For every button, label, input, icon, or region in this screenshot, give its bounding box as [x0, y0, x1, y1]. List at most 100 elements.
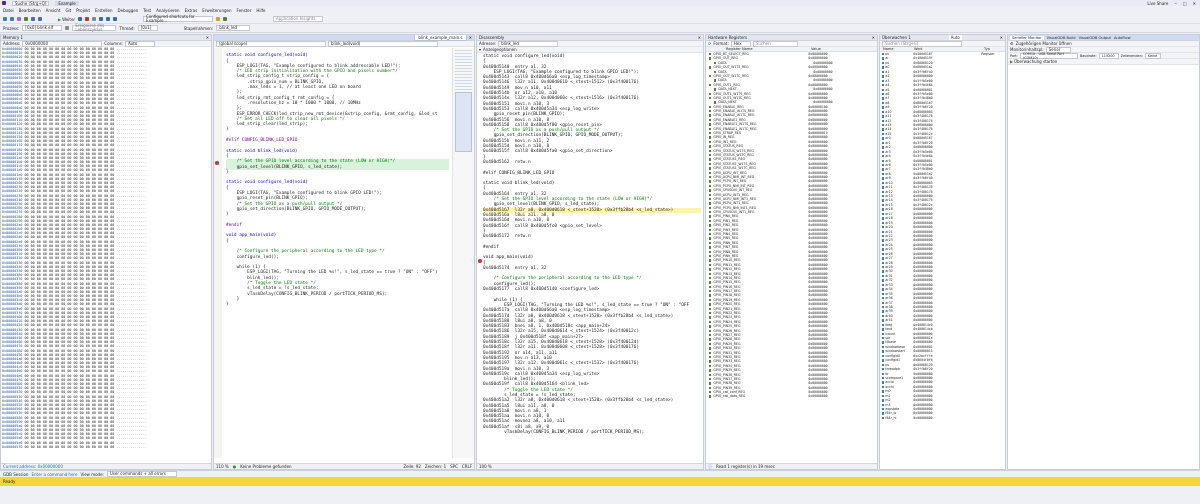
address-input[interactable]: 0x0000000 — [22, 40, 103, 47]
back-icon[interactable] — [3, 17, 7, 21]
gdb-command-link[interactable]: Enter a command here — [31, 472, 77, 477]
open-monitor-link[interactable]: Zugehörigen Monitor öffnen — [1016, 41, 1072, 46]
current-instruction-marker[interactable] — [478, 259, 482, 264]
register-icon — [709, 334, 712, 337]
close-icon[interactable]: ✕ — [206, 35, 209, 40]
title-search[interactable]: Suche (Strg+Q) — [12, 0, 50, 6]
editor-minimap[interactable] — [452, 48, 474, 458]
current-line-marker[interactable] — [215, 161, 219, 166]
memory-row[interactable]: 0x000005f0 00 00 00 00 00 00 00 00 00 00… — [2, 445, 211, 449]
pause-icon[interactable] — [78, 17, 83, 21]
build-icon[interactable] — [216, 17, 221, 21]
serial-output[interactable] — [1008, 67, 1199, 469]
columns-dropdown[interactable]: Auto — [125, 40, 156, 47]
save-icon[interactable] — [31, 17, 35, 21]
code-line[interactable]: ESP_LOGI(TAG, "Turning the LED %s!", s_l… — [226, 270, 449, 275]
eol-mode[interactable]: CRLF — [462, 464, 472, 469]
menu-item[interactable]: Erstellen — [95, 8, 113, 13]
hwregs-search[interactable]: Suchen — [752, 40, 798, 47]
tab-auto[interactable]: Auto — [948, 35, 962, 40]
menu-item[interactable]: Git — [65, 8, 71, 13]
col-register-name[interactable]: Register Name — [706, 47, 811, 51]
menu-item[interactable]: Datei — [3, 8, 14, 13]
start-monitor-button[interactable]: ▶ Überwachung starten — [1010, 59, 1057, 64]
problems-status[interactable]: Keine Probleme gefunden — [240, 464, 291, 469]
col-name[interactable]: Name — [880, 47, 914, 51]
hwreg-value[interactable]: 0x00000000 — [808, 394, 827, 398]
step-out-icon[interactable] — [113, 17, 118, 21]
lifecycle-dropdown[interactable]: Ereignisse des Lebenszyklus — [72, 24, 117, 32]
lifecycle-icon[interactable] — [65, 26, 70, 30]
continue-button[interactable]: ▶ Weiter — [58, 17, 75, 22]
disassembly-listing[interactable]: static void configure_led(void){0x400d51… — [483, 54, 701, 435]
tab-watch[interactable]: Überwachen 1 — [882, 35, 911, 40]
refresh-icon[interactable]: ⟳ — [708, 41, 711, 46]
restart-icon[interactable] — [92, 17, 97, 21]
save-all-icon[interactable] — [38, 17, 42, 21]
stack-dropdown[interactable]: blink_led — [216, 25, 251, 31]
chevron-down-icon[interactable]: ▾ — [479, 47, 481, 52]
close-icon[interactable]: ✕ — [872, 35, 875, 40]
close-icon[interactable]: ✕ — [1000, 35, 1003, 40]
ending-dropdown[interactable]: Keine — [1144, 52, 1161, 59]
menu-item[interactable]: Erweiterungen — [202, 8, 231, 13]
col-type[interactable]: Typ — [984, 47, 990, 51]
editor-gutter[interactable] — [214, 48, 222, 458]
thread-dropdown[interactable]: [0x1] — [137, 25, 158, 31]
menu-item[interactable]: Hilfe — [256, 8, 265, 13]
display-options-label[interactable]: Anzeigeoptionen — [483, 47, 517, 52]
baud-dropdown[interactable]: 115200 — [1098, 52, 1119, 59]
menu-item[interactable]: Test — [143, 8, 151, 13]
disasm-address-input[interactable]: blink_led — [498, 40, 559, 47]
scope-dropdown[interactable]: (global scope) — [216, 40, 326, 47]
config-dropdown[interactable]: Configured shortcuts for Example... — [143, 15, 214, 23]
menu-item[interactable]: Ansicht — [46, 8, 61, 13]
disasm-line[interactable]: vTaskDelay(CONFIG_BLINK_PERIOD / portTIC… — [483, 430, 701, 435]
code-line[interactable]: } — [226, 302, 449, 307]
tab-serial-monitor[interactable]: Serieller Monitor — [1010, 35, 1044, 40]
menu-item[interactable]: Projekt — [76, 8, 90, 13]
disasm-line[interactable]: 0x400d51a2 l32r a8, 0x400d0618 <_stext+1… — [483, 398, 701, 403]
hwregs-tree[interactable]: GPIO_BT_SELECT_REG 0x00000000 GPIO_OUT_REG… — [706, 52, 877, 399]
hwreg-row[interactable]: GPIO_cali_data_REG 0x00000000 — [706, 394, 877, 398]
step-over-icon[interactable] — [99, 17, 104, 21]
menu-item[interactable]: Bearbeiten — [19, 8, 41, 13]
col-value[interactable]: Wert — [914, 47, 984, 51]
indent-mode[interactable]: SPC — [450, 464, 458, 469]
menu-item[interactable]: Analysieren — [156, 8, 179, 13]
minimize-icon[interactable]: ‒ — [1174, 1, 1177, 6]
step-into-icon[interactable] — [106, 17, 111, 21]
settings-icon[interactable]: ⚙ — [1010, 41, 1014, 46]
menu-item[interactable]: Debuggen — [118, 8, 139, 13]
memory-grid[interactable]: 0x00000000 00 00 00 00 00 00 00 00 00 00… — [1, 47, 211, 449]
tab-autoflow[interactable]: AutoFlow — [1114, 36, 1131, 40]
code-editor[interactable]: static void configure_led(void){ ESP_LOG… — [226, 48, 449, 308]
forward-icon[interactable] — [10, 17, 14, 21]
tab-output[interactable]: VisualGDB Output — [1079, 36, 1111, 40]
open-icon[interactable] — [24, 17, 28, 21]
stop-icon[interactable] — [85, 17, 90, 21]
close-icon[interactable]: ✕ — [698, 35, 701, 40]
flash-icon[interactable] — [223, 17, 228, 21]
close-icon[interactable]: ✕ — [469, 35, 472, 40]
process-dropdown[interactable]: [0x0] blink.elf — [22, 25, 63, 31]
registers-search[interactable]: Suchen (Strg+E) — [882, 40, 962, 47]
register-row[interactable]: f64r_hi 0x00000000 — [880, 416, 1005, 420]
menu-item[interactable]: Extras — [185, 8, 198, 13]
port-dropdown[interactable]: COM10 - USB Serial Port (COM10) — [1019, 52, 1078, 60]
new-file-icon[interactable] — [17, 17, 21, 21]
menu-item[interactable]: Fenster — [237, 8, 252, 13]
function-dropdown[interactable]: blink_led(void) — [328, 40, 438, 47]
register-value[interactable]: 0x00000000 — [913, 416, 981, 420]
format-dropdown[interactable]: Hex — [730, 40, 751, 47]
col-value[interactable]: Value — [811, 47, 821, 51]
memory-values[interactable]: 00 00 00 00 00 00 00 00 00 00 00 00 00 0… — [24, 445, 114, 449]
zoom-level[interactable]: 110 % — [216, 464, 229, 469]
tab-build[interactable]: VisualGDB Build — [1047, 36, 1076, 40]
registers-list[interactable]: pc 0x400d5167 Register ar 0x400d519f ps 0x0006… — [880, 52, 1005, 420]
maximize-icon[interactable]: □ — [1183, 1, 1187, 6]
app-insights-dropdown[interactable]: Application Insights — [273, 16, 324, 22]
disasm-zoom[interactable]: 100 % — [479, 464, 492, 469]
close-icon[interactable]: ✕ — [1193, 1, 1196, 6]
live-share-button[interactable]: Live Share — [1147, 1, 1168, 6]
